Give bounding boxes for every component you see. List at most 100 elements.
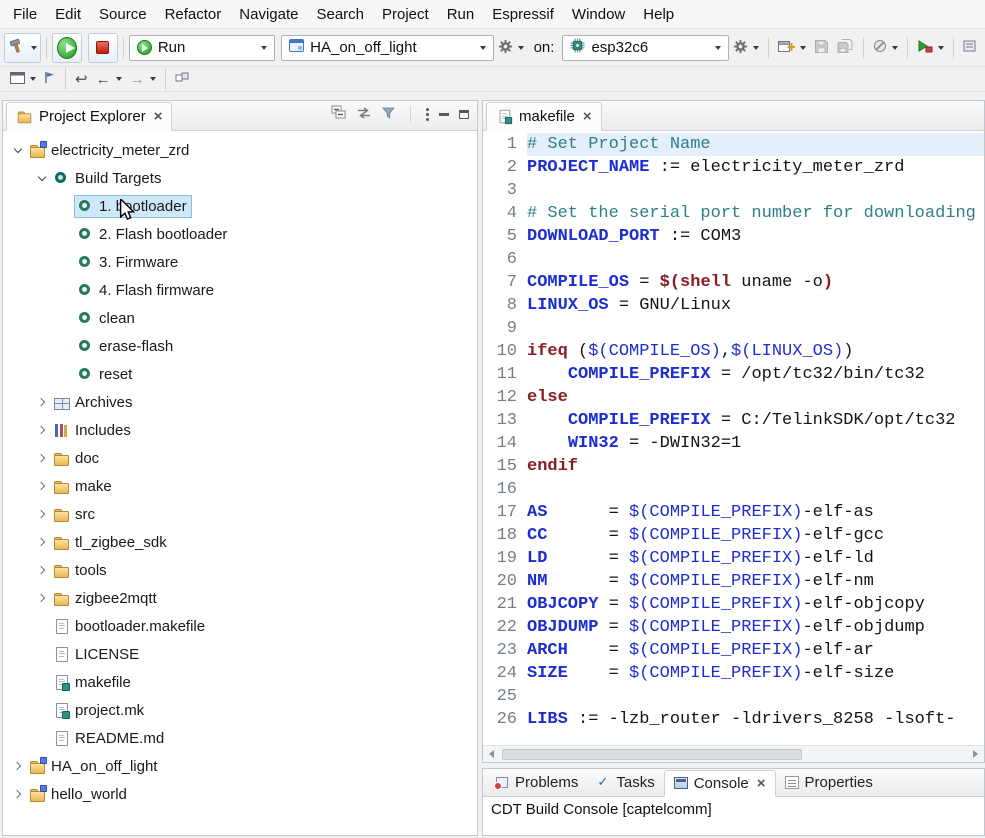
tab-problems[interactable]: Problems	[486, 769, 587, 796]
horizontal-scrollbar[interactable]	[483, 745, 984, 762]
close-icon[interactable]: ×	[154, 109, 163, 124]
tree-item-doc[interactable]: doc	[3, 444, 477, 472]
tree-item-build-targets[interactable]: Build Targets	[3, 164, 477, 192]
menu-refactor[interactable]: Refactor	[156, 2, 231, 27]
tree-item-archives[interactable]: Archives	[3, 388, 477, 416]
launch-config-gear-button[interactable]	[494, 34, 528, 62]
tree-item-tl-zigbee-sdk[interactable]: tl_zigbee_sdk	[3, 528, 477, 556]
expander-slot[interactable]	[33, 170, 50, 187]
minimize-icon[interactable]	[439, 112, 449, 116]
menu-espressif[interactable]: Espressif	[483, 2, 563, 27]
chevron-expanded-icon	[37, 172, 46, 181]
tree-item-clean[interactable]: clean	[3, 304, 477, 332]
overflow-button[interactable]	[959, 34, 981, 62]
tree-item-ha-on-off-light[interactable]: HA_on_off_light	[3, 752, 477, 780]
tab-tasks[interactable]: Tasks	[587, 769, 663, 796]
console-view-button[interactable]	[6, 68, 40, 90]
external-tools-button[interactable]	[913, 34, 948, 62]
tab-makefile[interactable]: makefile ×	[486, 102, 602, 131]
tree-item-license[interactable]: LICENSE	[3, 640, 477, 668]
expander-slot[interactable]	[9, 758, 26, 775]
tree-item-project-mk[interactable]: project.mk	[3, 696, 477, 724]
code-line: 11 COMPILE_PREFIX = /opt/tc32/bin/tc32	[483, 363, 984, 386]
menu-window[interactable]: Window	[563, 2, 634, 27]
code-token: PROJECT_NAME	[527, 158, 650, 177]
menu-navigate[interactable]: Navigate	[230, 2, 307, 27]
tab-label: Properties	[804, 774, 873, 791]
tree-item-2-flash-bootloader[interactable]: 2. Flash bootloader	[3, 220, 477, 248]
tree-item-includes[interactable]: Includes	[3, 416, 477, 444]
tree-item-content: hello_world	[26, 783, 132, 806]
tab-project-explorer[interactable]: Project Explorer ×	[6, 102, 173, 131]
expander-slot	[33, 646, 50, 663]
view-menu-icon[interactable]	[426, 107, 429, 121]
expander-slot[interactable]	[33, 478, 50, 495]
stop-button[interactable]	[87, 32, 118, 63]
forward-button[interactable]: →	[126, 68, 160, 90]
expander-slot[interactable]	[33, 422, 50, 439]
menu-run[interactable]: Run	[438, 2, 484, 27]
tab-properties[interactable]: Properties	[776, 769, 882, 796]
maximize-icon[interactable]	[459, 109, 469, 119]
new-wizard-button[interactable]	[774, 34, 810, 62]
code-editor[interactable]: 1 # Set Project Name 2 PROJECT_NAME := elec…	[483, 131, 984, 745]
run-mode-combo[interactable]: Run	[128, 34, 276, 61]
scroll-left-icon[interactable]	[483, 746, 500, 762]
menu-file[interactable]: File	[4, 2, 46, 27]
includes-icon	[53, 423, 70, 438]
line-number: 7	[506, 273, 517, 292]
tree-item-electricity-meter-zrd[interactable]: electricity_meter_zrd	[3, 136, 477, 164]
scroll-right-icon[interactable]	[967, 746, 984, 762]
expander-slot[interactable]	[33, 562, 50, 579]
tree-item-4-flash-firmware[interactable]: 4. Flash firmware	[3, 276, 477, 304]
target-combo[interactable]: esp32c6	[562, 34, 729, 61]
expander-slot[interactable]	[33, 590, 50, 607]
scrollbar-thumb[interactable]	[502, 748, 802, 760]
project-tree[interactable]: electricity_meter_zrd Build Targets 1. boo…	[3, 131, 477, 835]
overflow-icon	[963, 39, 977, 56]
skip-breakpoints-button[interactable]	[869, 34, 902, 62]
tree-item-readme-md[interactable]: README.md	[3, 724, 477, 752]
menu-edit[interactable]: Edit	[46, 2, 90, 27]
line-text: endif	[527, 455, 984, 478]
collapse-all-icon[interactable]	[331, 105, 346, 123]
code-token: COMPILE_PREFIX	[567, 365, 711, 384]
tree-item-src[interactable]: src	[3, 500, 477, 528]
save-all-button[interactable]	[833, 34, 858, 62]
save-button[interactable]	[810, 34, 833, 62]
pin-button[interactable]	[40, 68, 60, 90]
tree-item-3-firmware[interactable]: 3. Firmware	[3, 248, 477, 276]
menu-help[interactable]: Help	[634, 2, 683, 27]
last-edit-location-button[interactable]: ↩	[71, 68, 92, 90]
code-token: =	[629, 273, 660, 292]
expander-slot[interactable]	[9, 142, 26, 159]
tree-item-makefile[interactable]: makefile	[3, 668, 477, 696]
tree-item-make[interactable]: make	[3, 472, 477, 500]
link-with-editor-icon[interactable]	[356, 106, 372, 123]
run-button[interactable]	[51, 32, 82, 63]
back-button[interactable]: ←	[92, 68, 126, 90]
menu-search[interactable]: Search	[307, 2, 373, 27]
filter-icon[interactable]	[382, 106, 395, 123]
launch-config-combo[interactable]: HA_on_off_light	[281, 34, 494, 61]
link-editor-button[interactable]	[171, 68, 194, 90]
build-hammer-button[interactable]	[4, 32, 41, 63]
expander-slot[interactable]	[9, 786, 26, 803]
expander-slot[interactable]	[33, 450, 50, 467]
expander-slot[interactable]	[33, 506, 50, 523]
tree-item-hello-world[interactable]: hello_world	[3, 780, 477, 808]
menu-project[interactable]: Project	[373, 2, 438, 27]
tree-item-reset[interactable]: reset	[3, 360, 477, 388]
tree-item-1-bootloader[interactable]: 1. bootloader	[3, 192, 477, 220]
tree-item-zigbee2mqtt[interactable]: zigbee2mqtt	[3, 584, 477, 612]
expander-slot[interactable]	[33, 394, 50, 411]
close-icon[interactable]: ×	[583, 109, 592, 124]
tree-item-bootloader-makefile[interactable]: bootloader.makefile	[3, 612, 477, 640]
expander-slot[interactable]	[33, 534, 50, 551]
menu-source[interactable]: Source	[90, 2, 156, 27]
tab-console[interactable]: Console ×	[663, 770, 776, 797]
tree-item-erase-flash[interactable]: erase-flash	[3, 332, 477, 360]
target-gear-button[interactable]	[729, 34, 763, 62]
tree-item-tools[interactable]: tools	[3, 556, 477, 584]
close-icon[interactable]: ×	[757, 776, 766, 791]
